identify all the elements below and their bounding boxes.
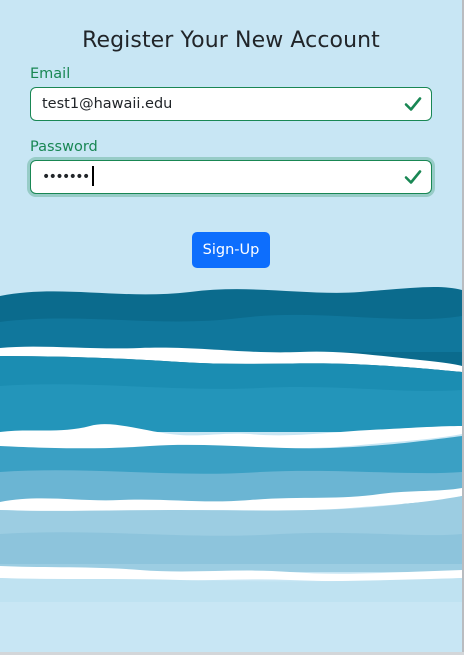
email-field-container[interactable] [30,87,432,121]
text-caret [91,166,94,186]
email-field[interactable] [42,88,392,120]
email-label: Email [30,66,71,82]
sign-up-button[interactable]: Sign-Up [192,232,270,268]
wave-band-fade [0,578,462,602]
check-icon [404,170,422,184]
check-icon [404,97,422,111]
password-masked-value[interactable]: ••••••• [42,161,94,193]
wave-band-deep-highlight [0,314,462,352]
wave-band-pale-shade [0,532,462,564]
password-field[interactable]: ••••••• [30,160,432,194]
registration-page: Register Your New Account Email Password… [0,0,462,652]
page-title: Register Your New Account [82,28,380,53]
wave-band-mid-shade [0,384,462,432]
ocean-waves-background [0,286,462,602]
password-label: Password [30,139,98,155]
